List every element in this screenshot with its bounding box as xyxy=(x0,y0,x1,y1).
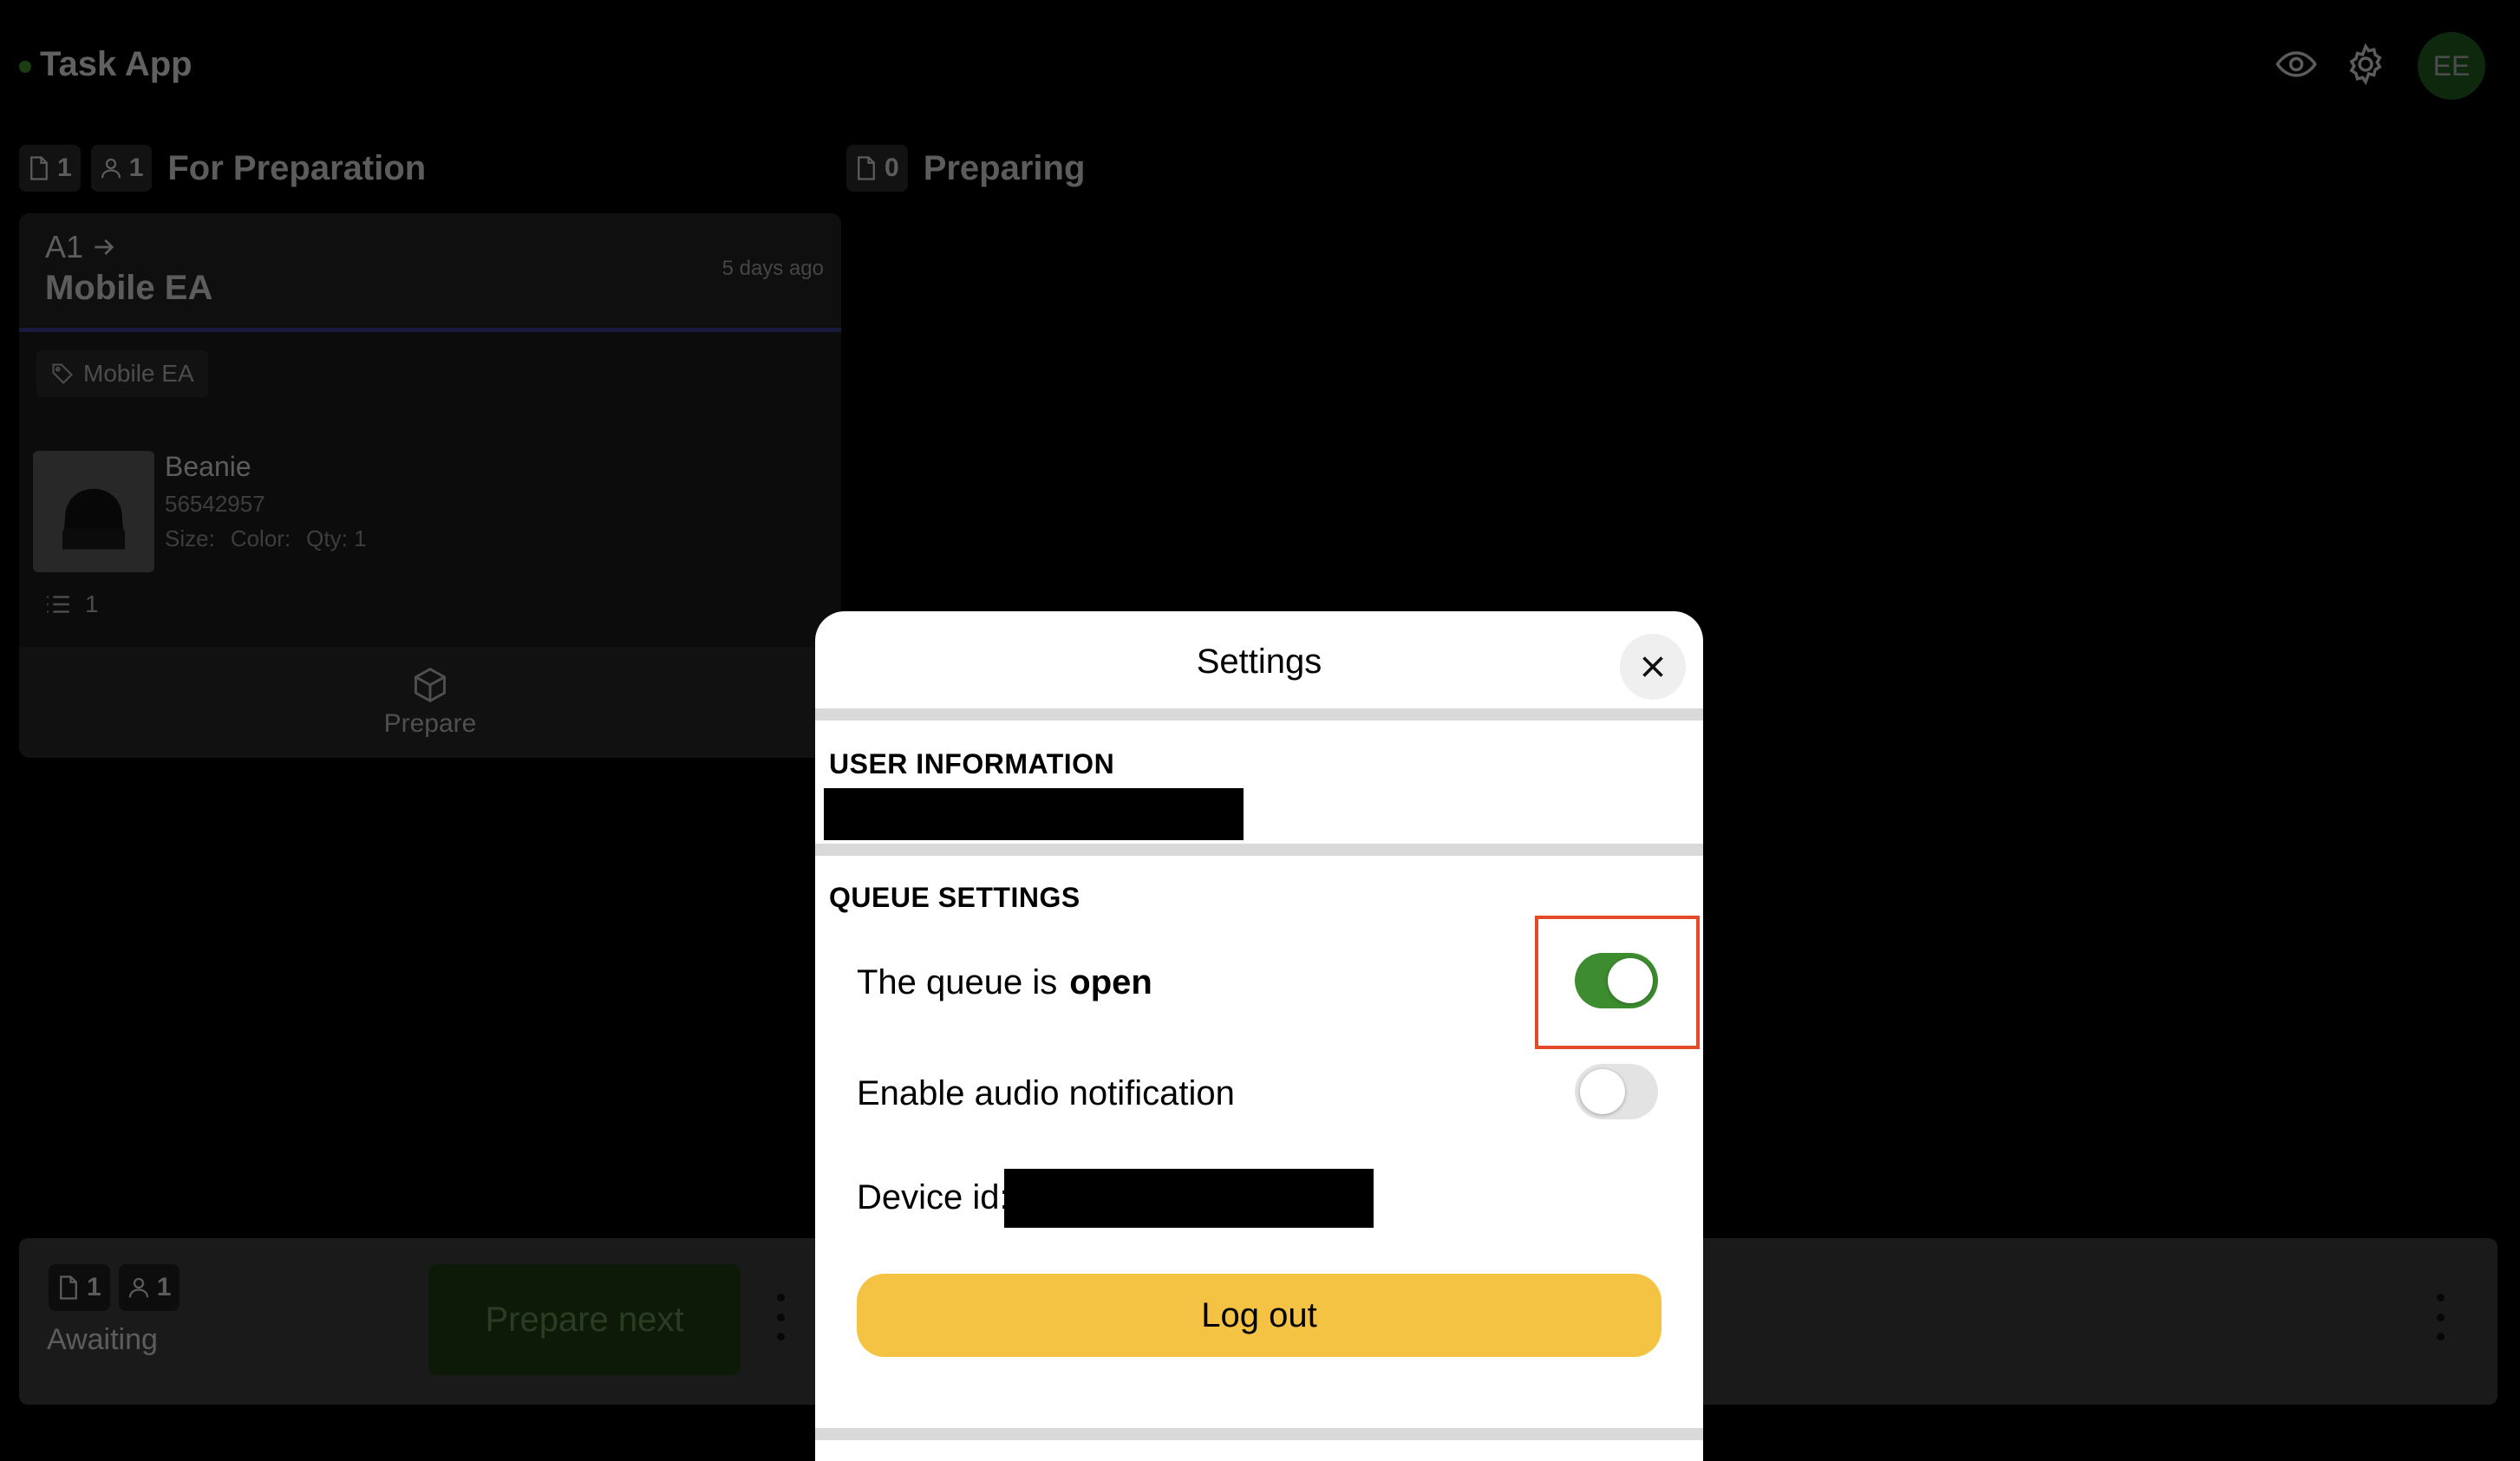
divider xyxy=(815,708,1703,721)
avatar[interactable]: EE xyxy=(2418,32,2485,100)
task-tag: Mobile EA xyxy=(36,350,208,397)
close-icon xyxy=(1642,656,1663,677)
logout-button[interactable]: Log out xyxy=(857,1274,1662,1357)
gear-icon[interactable] xyxy=(2343,42,2388,87)
audio-notification-label: Enable audio notification xyxy=(857,1074,1235,1112)
column-title: Preparing xyxy=(923,148,1086,187)
more-options-icon[interactable] xyxy=(774,1294,787,1340)
user-count-chip: 1 xyxy=(90,145,153,192)
item-meta: Size: Color: Qty: 1 xyxy=(165,525,367,552)
awaiting-label: Awaiting xyxy=(47,1323,158,1356)
card-header: A1 Mobile EA 5 days ago xyxy=(19,213,841,332)
line-count-value: 1 xyxy=(85,590,99,617)
redacted-user-info xyxy=(824,788,1244,840)
doc-count-chip: 1 xyxy=(19,145,81,192)
list-icon xyxy=(47,596,69,613)
eye-icon[interactable] xyxy=(2274,42,2319,87)
prepare-button[interactable]: Prepare xyxy=(19,647,841,758)
queue-state: open xyxy=(1069,963,1152,1001)
item-color: Color: xyxy=(230,525,291,551)
audio-notification-toggle[interactable] xyxy=(1575,1064,1658,1119)
task-name: Mobile EA xyxy=(45,269,213,307)
awaiting-counts: 1 1 xyxy=(49,1264,180,1311)
task-code: A1 xyxy=(45,229,118,265)
document-icon xyxy=(858,156,875,180)
box-icon xyxy=(415,667,446,703)
redacted-device-id xyxy=(1004,1169,1374,1228)
column-header-for-preparation: 1 1 For Preparation xyxy=(19,144,426,192)
doc-count: 1 xyxy=(87,1273,101,1301)
modal-title: Settings xyxy=(1196,642,1322,681)
doc-count: 0 xyxy=(885,153,899,182)
user-icon xyxy=(128,1277,148,1298)
highlight-box xyxy=(1535,916,1700,1049)
doc-count-chip: 0 xyxy=(846,145,908,192)
close-button[interactable] xyxy=(1620,634,1686,700)
status-dot xyxy=(19,61,31,73)
doc-count-chip: 1 xyxy=(49,1264,110,1311)
item-size: Size: xyxy=(165,525,215,551)
item-name: Beanie xyxy=(165,451,251,482)
user-information-heading: USER INFORMATION xyxy=(829,748,1115,779)
toggle-knob xyxy=(1580,1069,1625,1114)
user-count: 1 xyxy=(128,153,144,182)
task-card[interactable]: A1 Mobile EA 5 days ago Mobile EA Beanie… xyxy=(19,213,841,758)
app-title: Task App xyxy=(40,45,193,83)
more-options-icon[interactable] xyxy=(2433,1294,2447,1340)
column-title: For Preparation xyxy=(167,148,427,187)
prepare-label: Prepare xyxy=(383,709,477,738)
task-time-ago: 5 days ago xyxy=(721,257,824,280)
line-count: 1 xyxy=(43,590,99,619)
user-count: 1 xyxy=(156,1273,172,1301)
item-thumbnail xyxy=(33,451,154,572)
column-header-preparing: 0 Preparing xyxy=(846,144,1085,192)
prepare-next-button[interactable]: Prepare next xyxy=(428,1264,741,1375)
tag-icon xyxy=(52,363,73,384)
user-count-chip: 1 xyxy=(118,1264,180,1311)
app-header: Task App EE xyxy=(0,0,2520,130)
divider xyxy=(815,1428,1703,1440)
device-id-label: Device id: xyxy=(857,1178,1009,1216)
beanie-image xyxy=(62,488,125,550)
task-code-text: A1 xyxy=(45,229,84,264)
queue-status-row: The queue is open xyxy=(857,963,1152,1002)
item-qty: Qty: 1 xyxy=(306,525,367,551)
queue-settings-heading: QUEUE SETTINGS xyxy=(829,882,1080,913)
arrow-right-icon xyxy=(95,239,114,255)
item-sku: 56542957 xyxy=(165,491,265,517)
user-icon xyxy=(101,158,121,179)
divider xyxy=(815,844,1703,856)
document-icon xyxy=(60,1275,77,1300)
document-icon xyxy=(30,156,48,180)
doc-count: 1 xyxy=(57,153,72,182)
tag-label: Mobile EA xyxy=(83,360,194,387)
queue-label: The queue is xyxy=(857,963,1058,1001)
